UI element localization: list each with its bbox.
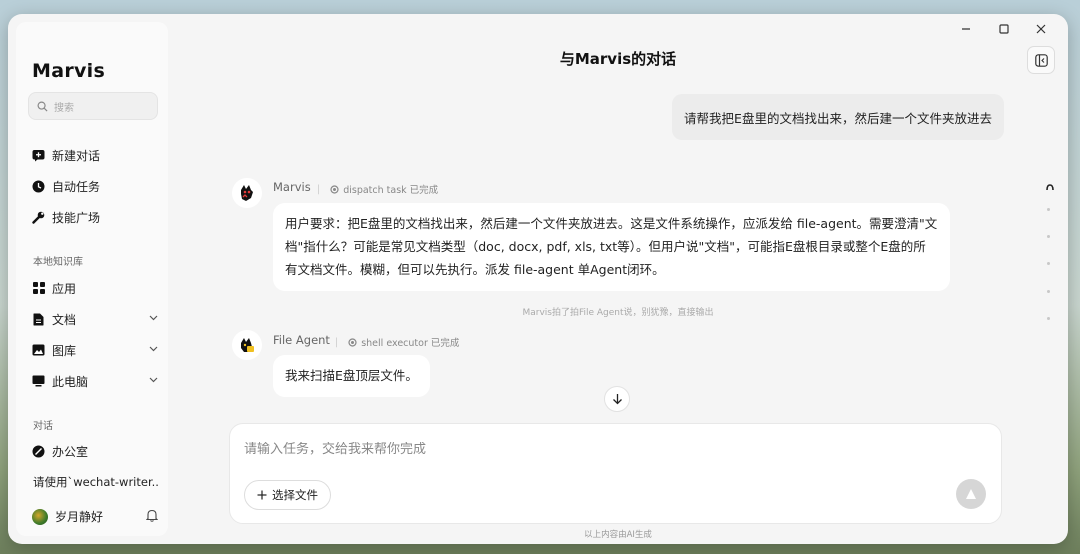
kb-section-title: 本地知识库 — [33, 257, 83, 268]
chevron-down-icon[interactable] — [149, 314, 158, 324]
kb-item-label: 应用 — [52, 281, 77, 296]
marvis-message-bubble: 用户要求：把E盘里的文档找出来，然后建一个文件夹放进去。这是文件系统操作，应派发… — [273, 203, 950, 291]
page-title: 与Marvis的对话 — [559, 50, 677, 68]
select-file-button[interactable]: 选择文件 — [244, 480, 331, 510]
chats-section-title: 对话 — [33, 421, 53, 432]
rail-dot[interactable] — [1047, 317, 1050, 320]
plus-icon — [257, 490, 267, 500]
image-icon — [32, 344, 45, 357]
chat-item-label: 请使用`wechat-writer... — [33, 475, 159, 489]
search-input[interactable]: 搜索 — [28, 92, 158, 120]
file-agent-name: File Agent — [273, 333, 330, 347]
marvis-name: Marvis — [273, 180, 311, 194]
auto-task-label: 自动任务 — [52, 179, 101, 194]
kb-item-apps[interactable]: 应用 — [32, 277, 158, 299]
skill-plaza-label: 技能广场 — [52, 210, 101, 225]
marvis-avatar — [232, 178, 262, 208]
rail-dot[interactable] — [1047, 235, 1050, 238]
send-arrow-icon — [966, 489, 976, 499]
close-icon — [1036, 24, 1046, 34]
arrow-down-icon — [612, 394, 622, 405]
search-placeholder: 搜索 — [54, 102, 74, 114]
rail-marker-icon[interactable] — [1045, 177, 1055, 196]
maximize-button[interactable] — [994, 22, 1014, 38]
rail-dot[interactable] — [1047, 290, 1050, 293]
kb-item-docs[interactable]: 文档 — [32, 308, 158, 330]
chat-plus-icon — [32, 149, 45, 162]
file-agent-avatar — [232, 330, 262, 360]
new-chat-item[interactable]: 新建对话 — [32, 144, 158, 166]
file-agent-status-text: shell executor 已完成 — [361, 338, 460, 349]
chat-item-label: 办公室 — [52, 444, 89, 459]
office-icon — [32, 445, 45, 458]
user-name: 岁月静好 — [55, 510, 104, 524]
monitor-icon — [32, 375, 45, 388]
search-icon — [37, 101, 48, 112]
minimize-icon — [962, 28, 970, 30]
kb-item-label: 文档 — [52, 312, 77, 327]
kb-item-gallery[interactable]: 图库 — [32, 339, 158, 361]
scroll-to-bottom-button[interactable] — [604, 386, 630, 412]
marvis-message-text: 用户要求：把E盘里的文档找出来，然后建一个文件夹放进去。这是文件系统操作，应派发… — [285, 216, 938, 277]
handoff-note: Marvis拍了拍File Agent说，别犹豫，直接输出 — [522, 308, 714, 318]
new-chat-label: 新建对话 — [52, 148, 101, 163]
file-agent-mascot-icon — [241, 338, 254, 352]
file-agent-status: | shell executor 已完成 — [335, 336, 460, 350]
status-done-icon — [330, 184, 339, 194]
status-done-icon — [348, 337, 357, 347]
avatar — [32, 508, 48, 525]
composer: 选择文件 — [229, 423, 1002, 524]
app-window: Marvis 搜索 新建对话 自动任务 技能广场 本地知识库 应用 文档 图库 … — [8, 14, 1068, 544]
ai-disclaimer: 以上内容由AI生成 — [584, 530, 652, 540]
skill-plaza-item[interactable]: 技能广场 — [32, 206, 158, 228]
send-button[interactable] — [956, 479, 986, 509]
user-message-text: 请帮我把E盘里的文档找出来，然后建一个文件夹放进去 — [684, 110, 992, 126]
marvis-mascot-icon — [241, 185, 253, 201]
minimize-button[interactable] — [956, 22, 976, 38]
chat-item-wechat-writer[interactable]: 请使用`wechat-writer... — [33, 471, 159, 493]
rail-dot[interactable] — [1047, 262, 1050, 265]
user-profile[interactable]: 岁月静好 — [32, 508, 159, 525]
chevron-down-icon[interactable] — [149, 345, 158, 355]
marvis-status-text: dispatch task 已完成 — [343, 185, 439, 196]
sidebar: Marvis 搜索 新建对话 自动任务 技能广场 本地知识库 应用 文档 图库 … — [16, 22, 168, 536]
file-agent-message-bubble: 我来扫描E盘顶层文件。 — [273, 355, 430, 397]
marvis-status: | dispatch task 已完成 — [317, 183, 439, 197]
kb-item-this-pc[interactable]: 此电脑 — [32, 370, 158, 392]
wrench-icon — [32, 211, 45, 224]
rail-dot[interactable] — [1047, 208, 1050, 211]
bell-icon[interactable] — [145, 509, 159, 525]
toggle-panel-button[interactable] — [1027, 46, 1055, 74]
file-agent-message-text: 我来扫描E盘顶层文件。 — [285, 368, 418, 383]
task-input[interactable] — [244, 442, 944, 457]
document-icon — [32, 313, 45, 326]
maximize-icon — [999, 24, 1009, 34]
select-file-label: 选择文件 — [272, 488, 318, 502]
chat-item-office[interactable]: 办公室 — [32, 440, 158, 462]
chevron-down-icon[interactable] — [149, 376, 158, 386]
kb-item-label: 此电脑 — [52, 374, 89, 389]
user-message-bubble: 请帮我把E盘里的文档找出来，然后建一个文件夹放进去 — [672, 94, 1004, 140]
apps-grid-icon — [32, 282, 45, 295]
kb-item-label: 图库 — [52, 343, 77, 358]
auto-task-item[interactable]: 自动任务 — [32, 175, 158, 197]
close-button[interactable] — [1031, 22, 1051, 38]
sidebar-toggle-icon — [1034, 53, 1048, 67]
brand-logo: Marvis — [32, 60, 106, 82]
clock-icon — [32, 180, 45, 193]
